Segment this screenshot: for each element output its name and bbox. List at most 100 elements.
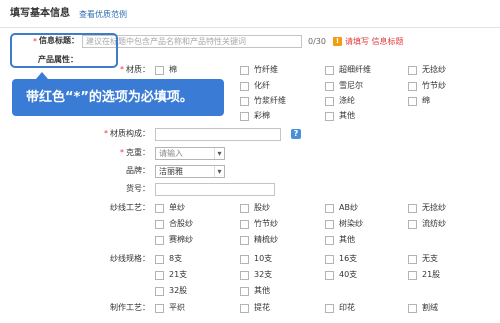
checkbox[interactable] [240,254,249,264]
yarn-process-option[interactable]: AB纱 [325,203,358,213]
view-examples-link[interactable]: 查看优质范例 [79,10,127,20]
weight-select[interactable]: 请输入 ▾ [155,147,225,160]
yarn-process-option[interactable]: 精梳纱 [240,235,278,245]
craft-option[interactable]: 平织 [155,303,185,313]
option-label: 无支 [422,254,438,263]
option-label: 8支 [169,254,183,263]
checkbox[interactable] [240,65,249,75]
brand-label-text: 品牌： [126,166,150,175]
checkbox[interactable] [408,65,417,75]
checkbox[interactable] [155,65,164,75]
option-label: 棉 [169,65,177,74]
material-option[interactable]: 棉 [155,65,177,75]
checkbox[interactable] [155,235,164,245]
option-label: 竹浆纤维 [254,96,286,105]
option-label: 化纤 [254,81,270,90]
checkbox[interactable] [325,254,334,264]
craft-label: 制作工艺： [110,303,150,313]
yarn-count-option[interactable]: 其他 [240,286,270,296]
checkbox[interactable] [240,111,249,121]
yarn-count-option[interactable]: 8支 [155,254,182,264]
yarn-count-option[interactable]: 21股 [408,270,440,280]
brand-select[interactable]: 洁丽雅 ▾ [155,165,225,178]
checkbox[interactable] [240,81,249,91]
craft-option[interactable]: 提花 [240,303,270,313]
material-option[interactable]: 雪尼尔 [325,81,363,91]
material-option[interactable]: 竹纤维 [240,65,278,75]
checkbox[interactable] [408,81,417,91]
yarn-process-option[interactable]: 其他 [325,235,355,245]
option-label: 印花 [339,303,355,312]
yarn-process-option[interactable]: 流纺纱 [408,219,446,229]
checkbox[interactable] [325,81,334,91]
checkbox[interactable] [155,303,164,313]
option-label: 涤纶 [339,96,355,105]
checkbox[interactable] [408,203,417,213]
yarn-process-option[interactable]: 无捻纱 [408,203,446,213]
option-label: 竹节纱 [254,219,278,228]
yarn-process-option[interactable]: 单纱 [155,203,185,213]
checkbox[interactable] [240,270,249,280]
yarn-count-option[interactable]: 无支 [408,254,438,264]
checkbox[interactable] [240,303,249,313]
checkbox[interactable] [155,286,164,296]
material-composition-input[interactable] [155,128,281,141]
material-option[interactable]: 竹节纱 [408,81,446,91]
checkbox[interactable] [325,270,334,280]
yarn-count-option[interactable]: 32股 [155,286,187,296]
required-fields-tooltip: 带红色“*”的选项为必填项。 [12,79,224,116]
checkbox[interactable] [240,203,249,213]
yarn-count-option[interactable]: 16支 [325,254,357,264]
checkbox[interactable] [155,270,164,280]
material-option[interactable]: 竹浆纤维 [240,96,286,106]
material-option[interactable]: 绵 [408,96,430,106]
checkbox[interactable] [155,219,164,229]
material-option[interactable]: 化纤 [240,81,270,91]
checkbox[interactable] [240,96,249,106]
yarn-process-option[interactable]: 竹节纱 [240,219,278,229]
highlight-frame [10,33,118,68]
checkbox[interactable] [325,65,334,75]
yarn-process-option[interactable]: 股纱 [240,203,270,213]
yarn-count-option[interactable]: 10支 [240,254,272,264]
checkbox[interactable] [325,235,334,245]
brand-select-value: 洁丽雅 [159,166,183,176]
material-option[interactable]: 无捻纱 [408,65,446,75]
checkbox[interactable] [408,219,417,229]
yarn-count-option[interactable]: 40支 [325,270,357,280]
craft-option[interactable]: 割绒 [408,303,438,313]
checkbox[interactable] [408,96,417,106]
checkbox[interactable] [408,270,417,280]
checkbox[interactable] [408,303,417,313]
yarn-count-option[interactable]: 32支 [240,270,272,280]
checkbox[interactable] [155,254,164,264]
yarn-process-option[interactable]: 赛棉纱 [155,235,193,245]
option-label: 32支 [254,270,273,279]
checkbox[interactable] [325,303,334,313]
craft-option[interactable]: 印花 [325,303,355,313]
checkbox[interactable] [325,111,334,121]
option-label: 提花 [254,303,270,312]
section-title: 填写基本信息 [10,8,70,19]
option-label: 赛棉纱 [169,235,193,244]
yarn-process-option[interactable]: 树染纱 [325,219,363,229]
checkbox[interactable] [240,286,249,296]
warning-icon: ! [333,37,342,46]
option-label: 其他 [339,111,355,120]
checkbox[interactable] [408,254,417,264]
yarn-process-option[interactable]: 合股纱 [155,219,193,229]
yarn-count-option[interactable]: 21支 [155,270,187,280]
help-icon[interactable]: ? [291,129,301,139]
material-option[interactable]: 彩棉 [240,111,270,121]
checkbox[interactable] [240,235,249,245]
checkbox[interactable] [325,219,334,229]
checkbox[interactable] [325,96,334,106]
checkbox[interactable] [325,203,334,213]
checkbox[interactable] [240,219,249,229]
material-option[interactable]: 超细纤维 [325,65,371,75]
material-option[interactable]: 其他 [325,111,355,121]
item-number-input[interactable] [155,183,275,196]
checkbox[interactable] [155,203,164,213]
option-label: 其他 [339,235,355,244]
material-option[interactable]: 涤纶 [325,96,355,106]
